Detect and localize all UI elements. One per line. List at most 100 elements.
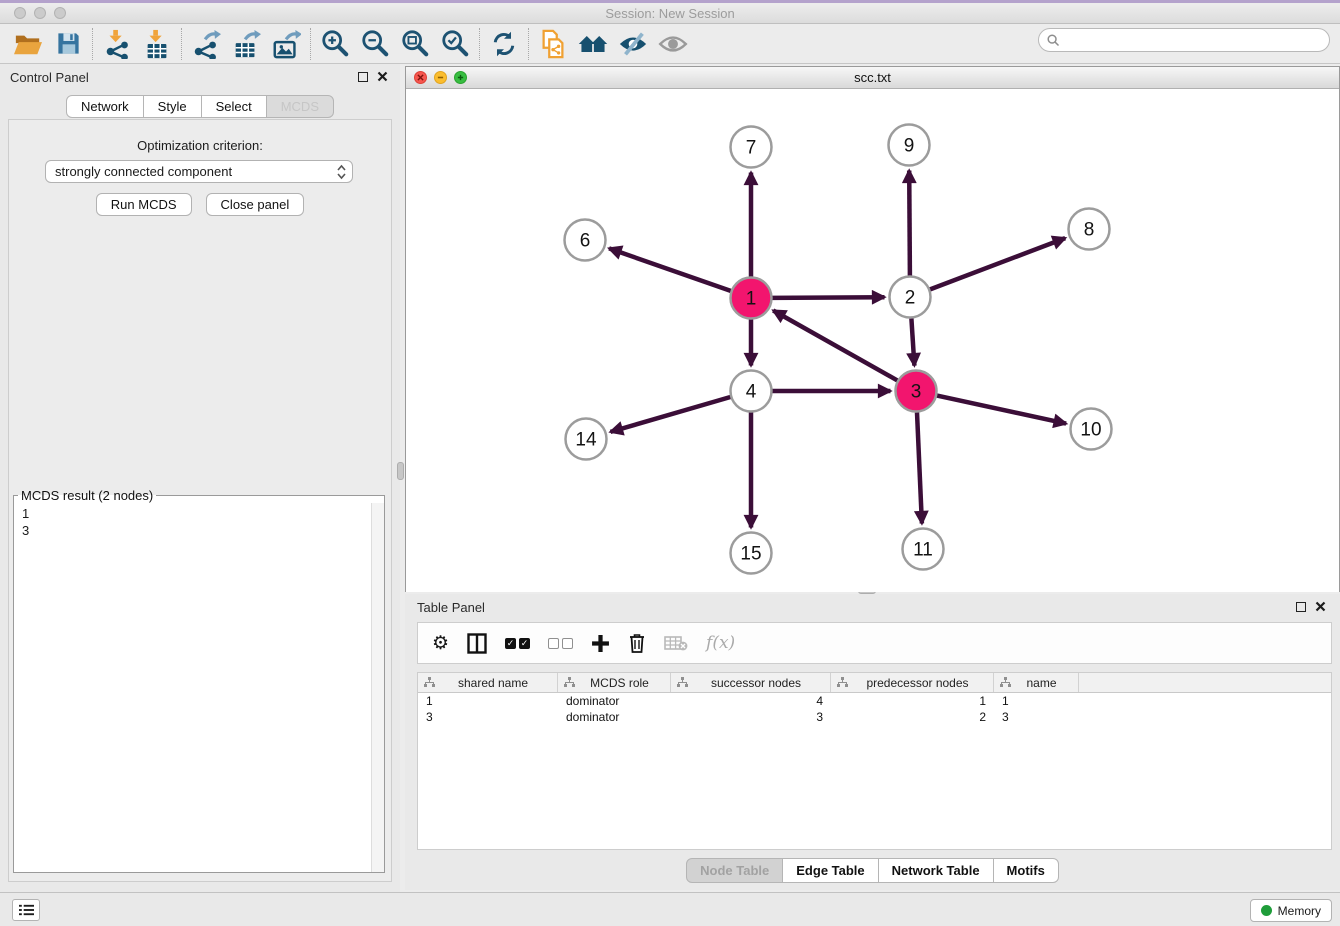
graph-edge-2-3[interactable] [911, 319, 914, 366]
graph-edge-3-11[interactable] [917, 413, 922, 524]
copy-view-icon[interactable] [533, 27, 573, 61]
table-cell: 3 [994, 709, 1079, 725]
table-cell: 1 [994, 693, 1079, 709]
control-panel-tabs: NetworkStyleSelectMCDS [0, 95, 400, 118]
delete-column-trash-icon[interactable] [628, 633, 646, 653]
mcds-result-title: MCDS result (2 nodes) [18, 488, 156, 503]
open-file-icon[interactable] [8, 27, 48, 61]
home-icon[interactable] [573, 27, 613, 61]
network-canvas[interactable]: 7968124314101511 [406, 89, 1339, 592]
close-panel-icon[interactable] [377, 71, 388, 82]
search-box[interactable] [1038, 28, 1330, 52]
graph-node-label-15: 15 [740, 544, 761, 565]
tab-select[interactable]: Select [201, 95, 267, 118]
network-window-titlebar: scc.txt [406, 67, 1339, 89]
float-panel-icon[interactable] [358, 72, 368, 82]
table-cell: dominator [558, 709, 671, 725]
graph-node-label-7: 7 [746, 138, 757, 159]
hide-selected-eye-icon[interactable] [613, 27, 653, 61]
node-table: shared nameMCDS rolesuccessor nodesprede… [417, 672, 1332, 850]
graph-edge-1-6[interactable] [609, 248, 731, 291]
deselect-all-checkboxes-icon[interactable] [548, 638, 573, 649]
result-scrollbar[interactable] [371, 503, 384, 872]
mcds-result-box: MCDS result (2 nodes) 1 3 [13, 488, 385, 873]
graph-edge-3-10[interactable] [937, 396, 1066, 424]
tab-mcds[interactable]: MCDS [266, 95, 334, 118]
criterion-value: strongly connected component [55, 164, 337, 179]
graph-node-label-8: 8 [1084, 220, 1095, 241]
select-stepper-icon [337, 164, 346, 180]
column-type-icon [677, 677, 688, 688]
toolbar-separator [310, 28, 311, 60]
zoom-fit-icon[interactable] [395, 27, 435, 61]
graph-node-label-1: 1 [746, 289, 757, 310]
table-cell: 2 [831, 709, 994, 725]
zoom-out-icon[interactable] [355, 27, 395, 61]
export-table-icon[interactable] [226, 27, 266, 61]
memory-label: Memory [1278, 904, 1321, 918]
table-row[interactable]: 3dominator323 [418, 709, 1331, 725]
add-column-icon[interactable] [591, 634, 610, 653]
graph-node-label-11: 11 [913, 540, 933, 561]
zoom-in-icon[interactable] [315, 27, 355, 61]
memory-button[interactable]: Memory [1250, 899, 1332, 922]
show-all-eye-icon[interactable] [653, 27, 693, 61]
window-title: Session: New Session [0, 6, 1340, 21]
graph-edge-3-1[interactable] [773, 311, 897, 381]
table-header-row: shared nameMCDS rolesuccessor nodesprede… [418, 673, 1331, 693]
table-row[interactable]: 1dominator411 [418, 693, 1331, 709]
criterion-select[interactable]: strongly connected component [45, 160, 353, 183]
tab-style[interactable]: Style [143, 95, 202, 118]
graph-node-label-4: 4 [746, 382, 757, 403]
table-toolbar: ⚙ ✓✓ f(x) [417, 622, 1332, 664]
tab-node-table[interactable]: Node Table [686, 858, 783, 883]
toolbar-separator [181, 28, 182, 60]
export-network-icon[interactable] [186, 27, 226, 61]
graph-node-label-10: 10 [1080, 420, 1101, 441]
tab-network-table[interactable]: Network Table [878, 858, 994, 883]
app-titlebar: Session: New Session [0, 3, 1340, 24]
tab-network[interactable]: Network [66, 95, 144, 118]
graph-edge-4-14[interactable] [611, 397, 731, 432]
select-all-checkboxes-icon[interactable]: ✓✓ [505, 638, 530, 649]
table-cell: 1 [418, 693, 558, 709]
run-mcds-button[interactable]: Run MCDS [96, 193, 192, 216]
graph-edge-2-8[interactable] [930, 238, 1065, 289]
table-cell: 3 [418, 709, 558, 725]
column-header-successor-nodes[interactable]: successor nodes [671, 673, 831, 692]
table-panel-title: Table Panel [417, 600, 485, 615]
save-icon[interactable] [48, 27, 88, 61]
graph-node-label-6: 6 [580, 231, 591, 252]
search-icon [1047, 34, 1060, 47]
export-image-icon[interactable] [266, 27, 306, 61]
tab-motifs[interactable]: Motifs [993, 858, 1059, 883]
settings-gear-icon[interactable]: ⚙ [432, 634, 449, 653]
delete-table-icon[interactable] [664, 635, 688, 651]
main-toolbar [0, 24, 1340, 64]
task-history-button[interactable] [12, 899, 40, 921]
column-header-predecessor-nodes[interactable]: predecessor nodes [831, 673, 994, 692]
search-input[interactable] [1064, 31, 1329, 49]
close-table-panel-icon[interactable] [1315, 601, 1326, 612]
zoom-selected-icon[interactable] [435, 27, 475, 61]
graph-node-label-9: 9 [904, 136, 915, 157]
import-table-icon[interactable] [137, 27, 177, 61]
column-header-name[interactable]: name [994, 673, 1079, 692]
close-panel-button[interactable]: Close panel [206, 193, 305, 216]
graph-edge-2-9[interactable] [909, 171, 910, 276]
float-table-panel-icon[interactable] [1296, 602, 1306, 612]
column-type-icon [564, 677, 575, 688]
tab-edge-table[interactable]: Edge Table [782, 858, 878, 883]
column-header-MCDS-role[interactable]: MCDS role [558, 673, 671, 692]
column-header-shared-name[interactable]: shared name [418, 673, 558, 692]
vertical-splitter-handle[interactable] [397, 462, 404, 480]
status-bar: Memory [0, 892, 1340, 926]
memory-status-icon [1261, 905, 1272, 916]
graph-node-label-14: 14 [575, 430, 597, 451]
function-builder-icon[interactable]: f(x) [706, 633, 735, 653]
import-network-icon[interactable] [97, 27, 137, 61]
table-cell: 4 [671, 693, 831, 709]
refresh-icon[interactable] [484, 27, 524, 61]
split-columns-icon[interactable] [467, 633, 487, 654]
graph-edge-1-2[interactable] [773, 297, 885, 298]
